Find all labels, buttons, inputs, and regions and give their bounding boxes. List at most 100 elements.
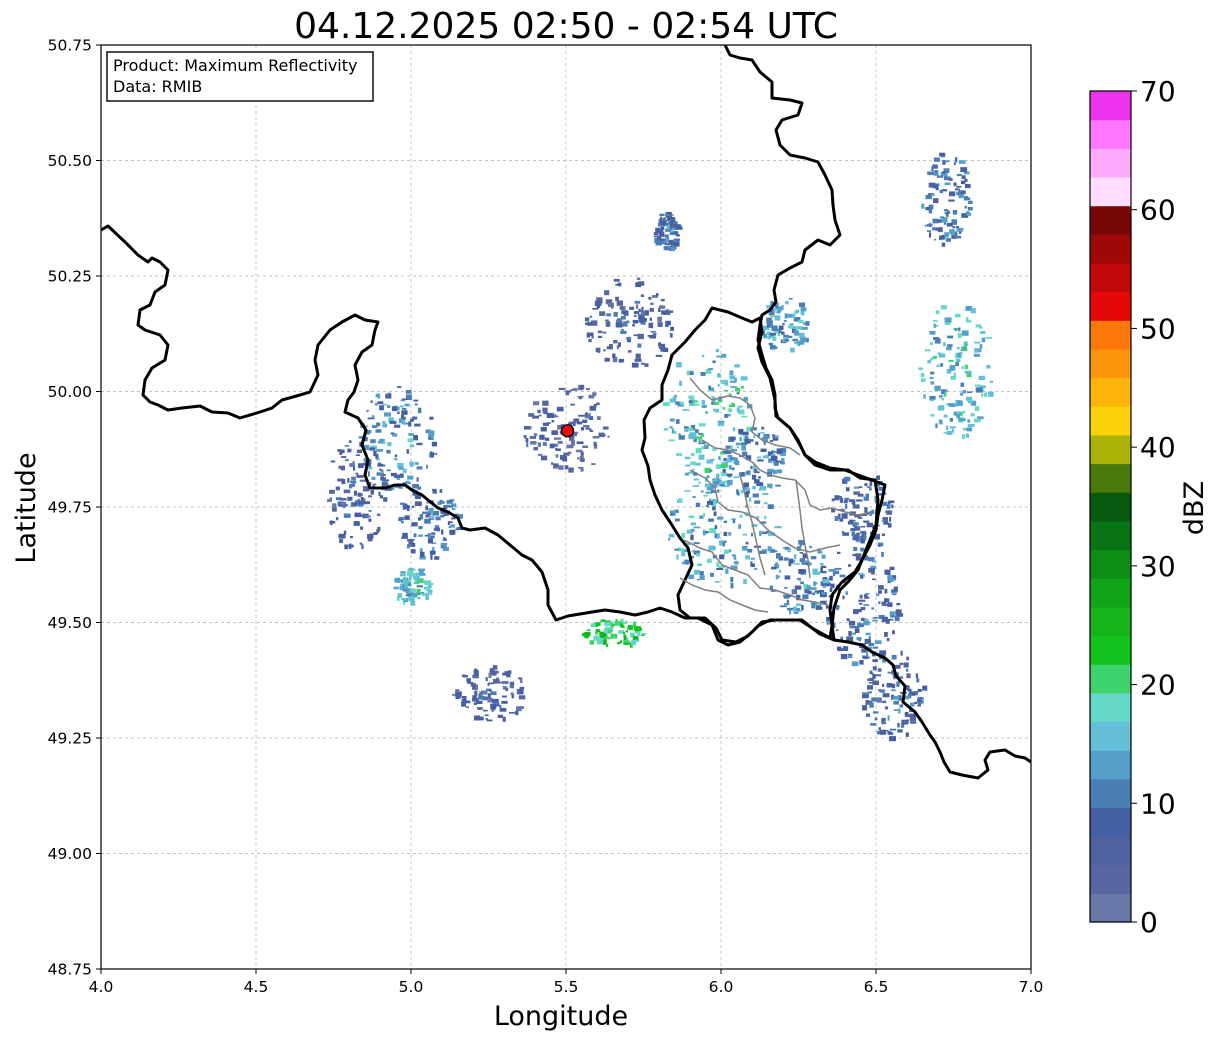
radar-echo-pixel xyxy=(868,682,876,684)
radar-echo-pixel xyxy=(537,409,541,414)
radar-echo-pixel xyxy=(761,426,765,430)
radar-echo-pixel xyxy=(657,316,662,322)
radar-echo-pixel xyxy=(641,362,645,365)
radar-echo-pixel xyxy=(945,425,949,431)
radar-echo-pixel xyxy=(377,526,381,532)
radar-echo-pixel xyxy=(638,308,641,313)
radar-echo-pixel xyxy=(397,386,402,389)
radar-echo-pixel xyxy=(940,216,944,219)
radar-echo-pixel xyxy=(740,489,744,494)
radar-echo-pixel xyxy=(433,527,440,531)
radar-echo-pixel xyxy=(439,501,445,504)
radar-echo-pixel xyxy=(713,546,716,550)
radar-echo-pixel xyxy=(729,370,734,375)
radar-echo-pixel xyxy=(909,702,915,707)
radar-echo-pixel xyxy=(882,700,887,704)
radar-echo-pixel xyxy=(793,329,799,335)
radar-echo-pixel xyxy=(407,569,413,576)
radar-echo-pixel xyxy=(427,583,434,586)
radar-echo-pixel xyxy=(675,234,680,237)
radar-echo-pixel xyxy=(807,590,812,595)
radar-echo-pixel xyxy=(986,365,991,369)
radar-echo-pixel xyxy=(679,380,682,386)
y-tick-label: 50.50 xyxy=(48,152,92,170)
radar-echo-pixel xyxy=(740,443,748,445)
radar-echo-pixel xyxy=(352,461,355,467)
radar-echo-pixel xyxy=(760,432,765,434)
radar-echo-pixel xyxy=(800,581,804,585)
radar-echo-pixel xyxy=(856,532,861,535)
radar-echo-pixel xyxy=(714,581,720,583)
radar-echo-pixel xyxy=(655,354,663,357)
radar-echo-pixel xyxy=(942,160,950,163)
radar-echo-pixel xyxy=(671,428,675,434)
radar-echo-pixel xyxy=(768,458,774,461)
radar-echo-pixel xyxy=(394,424,401,428)
radar-echo-pixel xyxy=(491,670,499,674)
radar-echo-pixel xyxy=(897,729,903,733)
radar-echo-pixel xyxy=(764,502,768,505)
radar-echo-pixel xyxy=(820,571,827,574)
radar-echo-pixel xyxy=(889,516,892,522)
radar-echo-pixel xyxy=(689,435,696,440)
radar-echo-pixel xyxy=(348,543,352,550)
colorbar-swatch xyxy=(1090,578,1131,608)
radar-echo-pixel xyxy=(717,489,720,493)
radar-echo-pixel xyxy=(766,317,772,321)
radar-echo-pixel xyxy=(869,670,873,674)
radar-echo-pixel xyxy=(673,239,679,243)
radar-echo-pixel xyxy=(470,682,474,686)
radar-echo-pixel xyxy=(530,441,537,445)
radar-echo-pixel xyxy=(572,388,578,391)
radar-echo-pixel xyxy=(640,294,644,297)
radar-echo-pixel xyxy=(958,332,962,338)
radar-echo-pixel xyxy=(566,444,574,449)
radar-echo-pixel xyxy=(934,338,941,344)
radar-echo-pixel xyxy=(884,588,888,594)
radar-echo-pixel xyxy=(432,491,437,494)
radar-echo-pixel xyxy=(415,462,419,465)
radar-echo-pixel xyxy=(386,393,389,396)
radar-echo-pixel xyxy=(551,419,555,423)
radar-echo-pixel xyxy=(418,534,423,537)
radar-echo-pixel xyxy=(427,538,433,544)
radar-echo-pixel xyxy=(759,530,762,536)
radar-echo-pixel xyxy=(772,437,779,441)
radar-echo-pixel xyxy=(719,481,723,484)
radar-echo-pixel xyxy=(927,230,931,232)
radar-echo-pixel xyxy=(875,593,880,597)
radar-echo-pixel xyxy=(376,458,381,461)
radar-echo-pixel xyxy=(592,436,600,439)
radar-echo-pixel xyxy=(353,521,360,526)
radar-echo-pixel xyxy=(947,344,953,347)
radar-echo-pixel xyxy=(931,166,934,171)
radar-echo-pixel xyxy=(430,535,435,539)
radar-echo-pixel xyxy=(439,489,443,493)
radar-echo-pixel xyxy=(710,387,715,392)
radar-echo-pixel xyxy=(350,503,353,508)
radar-echo-pixel xyxy=(484,714,489,717)
radar-echo-pixel xyxy=(745,470,750,475)
radar-echo-pixel xyxy=(518,677,522,680)
radar-echo-pixel xyxy=(759,485,766,491)
radar-echo-pixel xyxy=(967,400,973,404)
radar-echo-pixel xyxy=(754,567,758,570)
radar-echo-pixel xyxy=(951,428,955,433)
radar-echo-pixel xyxy=(418,526,423,530)
colorbar-label: dBZ xyxy=(1179,481,1210,535)
radar-echo-pixel xyxy=(929,399,935,401)
radar-echo-pixel xyxy=(452,694,456,696)
radar-echo-pixel xyxy=(446,504,451,507)
radar-echo-pixel xyxy=(937,405,944,411)
radar-echo-pixel xyxy=(933,165,938,169)
radar-echo-pixel xyxy=(915,691,918,696)
radar-echo-pixel xyxy=(722,468,726,473)
radar-echo-pixel xyxy=(718,484,725,486)
radar-echo-pixel xyxy=(675,419,680,424)
radar-echo-pixel xyxy=(829,575,833,581)
radar-echo-pixel xyxy=(344,544,348,550)
radar-echo-pixel xyxy=(953,162,956,166)
radar-echo-pixel xyxy=(647,335,654,337)
radar-echo-pixel xyxy=(845,591,848,595)
radar-echo-pixel xyxy=(405,594,411,597)
